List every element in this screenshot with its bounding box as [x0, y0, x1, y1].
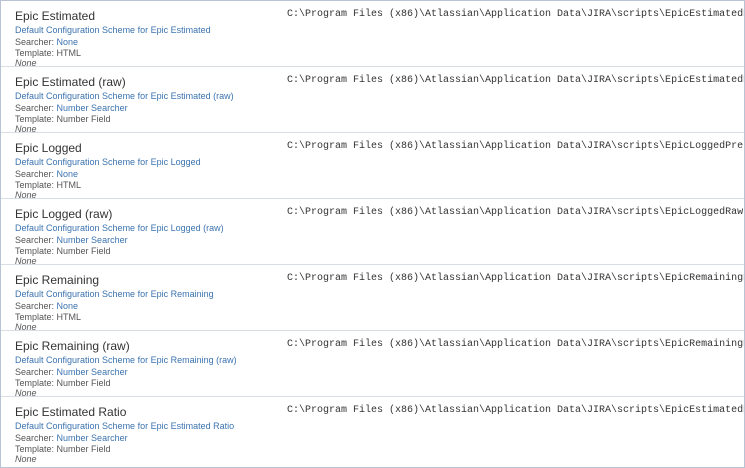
configuration-scheme-link[interactable]: Default Configuration Scheme for Epic Es… — [15, 91, 234, 101]
searcher-label: Searcher: — [15, 301, 55, 311]
script-path: C:\Program Files (x86)\Atlassian\Applica… — [287, 405, 745, 416]
configuration-scheme-link[interactable]: Default Configuration Scheme for Epic Es… — [15, 421, 234, 431]
script-path: C:\Program Files (x86)\Atlassian\Applica… — [287, 273, 744, 284]
configuration-scheme-link[interactable]: Default Configuration Scheme for Epic Re… — [15, 289, 214, 299]
searcher-label: Searcher: — [15, 433, 55, 443]
searcher-info: Searcher: Number Searcher — [15, 103, 128, 113]
searcher-link[interactable]: Number Searcher — [57, 367, 128, 377]
configuration-scheme-link[interactable]: Default Configuration Scheme for Epic Lo… — [15, 223, 224, 233]
custom-fields-list: Epic Estimated Default Configuration Sch… — [0, 0, 745, 468]
searcher-label: Searcher: — [15, 37, 55, 47]
field-name: Epic Logged — [15, 141, 82, 155]
searcher-link[interactable]: None — [57, 301, 79, 311]
searcher-link[interactable]: Number Searcher — [57, 433, 128, 443]
script-path: C:\Program Files (x86)\Atlassian\Applica… — [287, 207, 745, 218]
searcher-info: Searcher: Number Searcher — [15, 433, 128, 443]
searcher-label: Searcher: — [15, 169, 55, 179]
searcher-link[interactable]: None — [57, 37, 79, 47]
template-info: Template: Number Field — [15, 444, 111, 454]
field-name: Epic Remaining (raw) — [15, 339, 130, 353]
searcher-info: Searcher: None — [15, 37, 78, 47]
template-info: Template: HTML — [15, 312, 82, 322]
searcher-label: Searcher: — [15, 367, 55, 377]
custom-field-row: Epic Remaining Default Configuration Sch… — [1, 265, 744, 332]
template-info: Template: Number Field — [15, 114, 111, 124]
field-name: Epic Estimated (raw) — [15, 75, 126, 89]
custom-field-row: Epic Estimated Default Configuration Sch… — [1, 1, 744, 68]
searcher-info: Searcher: Number Searcher — [15, 367, 128, 377]
searcher-link[interactable]: Number Searcher — [57, 103, 128, 113]
custom-field-row: Epic Remaining (raw) Default Configurati… — [1, 331, 744, 398]
field-name: Epic Estimated — [15, 9, 96, 23]
field-name: Epic Remaining — [15, 273, 100, 287]
script-path: C:\Program Files (x86)\Atlassian\Applica… — [287, 141, 744, 152]
searcher-info: Searcher: Number Searcher — [15, 235, 128, 245]
template-info: Template: Number Field — [15, 378, 111, 388]
field-name: Epic Logged (raw) — [15, 207, 113, 221]
searcher-info: Searcher: None — [15, 169, 78, 179]
searcher-link[interactable]: Number Searcher — [57, 235, 128, 245]
script-path: C:\Program Files (x86)\Atlassian\Applica… — [287, 75, 744, 86]
script-path: C:\Program Files (x86)\Atlassian\Applica… — [287, 9, 744, 20]
field-name: Epic Estimated Ratio — [15, 405, 127, 419]
configuration-scheme-link[interactable]: Default Configuration Scheme for Epic Es… — [15, 25, 211, 35]
field-description: None — [15, 454, 37, 464]
custom-field-row: Epic Estimated (raw) Default Configurati… — [1, 67, 744, 134]
custom-field-row: Epic Logged Default Configuration Scheme… — [1, 133, 744, 200]
searcher-info: Searcher: None — [15, 301, 78, 311]
template-info: Template: HTML — [15, 180, 82, 190]
custom-field-row: Epic Estimated Ratio Default Configurati… — [1, 397, 745, 464]
script-path: C:\Program Files (x86)\Atlassian\Applica… — [287, 339, 744, 350]
configuration-scheme-link[interactable]: Default Configuration Scheme for Epic Re… — [15, 355, 237, 365]
custom-field-row: Epic Logged (raw) Default Configuration … — [1, 199, 745, 266]
configuration-scheme-link[interactable]: Default Configuration Scheme for Epic Lo… — [15, 157, 201, 167]
searcher-label: Searcher: — [15, 103, 55, 113]
searcher-link[interactable]: None — [57, 169, 79, 179]
template-info: Template: HTML — [15, 48, 82, 58]
searcher-label: Searcher: — [15, 235, 55, 245]
template-info: Template: Number Field — [15, 246, 111, 256]
